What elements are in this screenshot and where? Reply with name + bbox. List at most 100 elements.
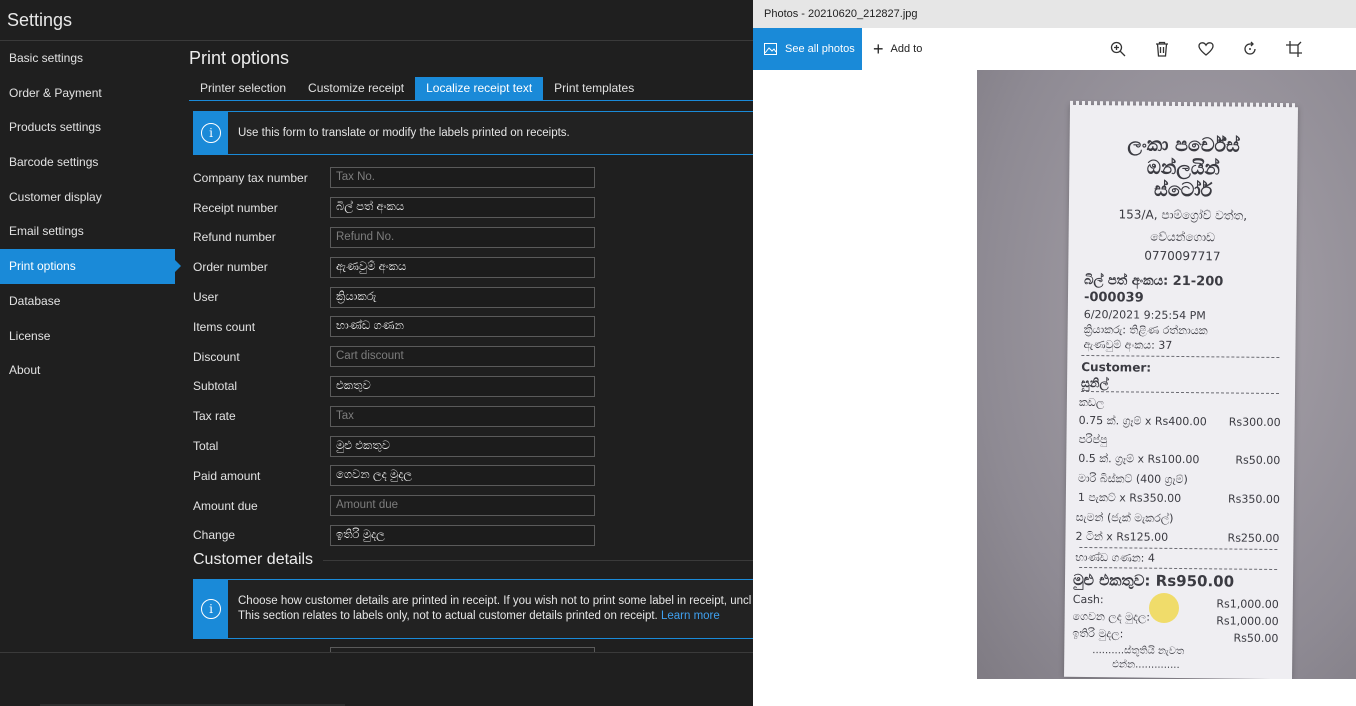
delete-icon[interactable] xyxy=(1153,40,1171,58)
receipt-divider xyxy=(1081,354,1280,359)
form-row: Order number ඇණවුම් අංකය xyxy=(193,252,595,282)
receipt-bill-no: බිල් පත් අංකය: 21-200 xyxy=(1084,272,1224,290)
see-all-photos-button[interactable]: See all photos xyxy=(753,28,862,70)
items-count-input[interactable]: භාණ්ඩ ගණන xyxy=(330,316,595,338)
nav-item-customer-display[interactable]: Customer display xyxy=(0,180,175,215)
receipt-cash-amount: Rs1,000.00 xyxy=(1216,597,1279,612)
field-label: Items count xyxy=(193,319,256,334)
field-label: Discount xyxy=(193,349,240,364)
tax-rate-input[interactable]: Tax xyxy=(330,405,595,427)
form-row: Receipt number බිල් පත් අංකය xyxy=(193,193,595,223)
subtotal-input[interactable]: එකතුව xyxy=(330,375,595,397)
receipt-item-amount: Rs250.00 xyxy=(1227,531,1280,546)
nav-item-license[interactable]: License xyxy=(0,319,175,354)
nav-item-print-options[interactable]: Print options xyxy=(0,249,181,284)
form-row: Company tax number Tax No. xyxy=(193,163,595,193)
customer-details-title: Customer details xyxy=(193,551,314,568)
company-tax-number-input[interactable]: Tax No. xyxy=(330,167,595,189)
receipt-item-qty: 2 ටින් x Rs125.00 xyxy=(1075,529,1169,544)
nav-item-about[interactable]: About xyxy=(0,353,175,388)
rotate-icon[interactable] xyxy=(1241,40,1259,58)
receipt-number-input[interactable]: බිල් පත් අංකය xyxy=(330,197,595,219)
nav-item-email-settings[interactable]: Email settings xyxy=(0,214,175,249)
receipt-cash-label: Cash: xyxy=(1072,592,1104,607)
form-row: Tax rate Tax xyxy=(193,401,595,431)
receipt-change-label: ඉතිරි මුදල: xyxy=(1072,626,1124,641)
tab-customize-receipt[interactable]: Customize receipt xyxy=(297,77,415,100)
receipt-item-name: පරිප්පු xyxy=(1078,432,1108,447)
crop-icon[interactable] xyxy=(1285,40,1303,58)
field-label: Receipt number xyxy=(193,200,278,215)
add-to-button[interactable]: + Add to xyxy=(873,28,922,70)
photos-toolbar: See all photos + Add to xyxy=(753,28,1356,70)
receipt-paid-amount: Rs1,000.00 xyxy=(1216,614,1279,629)
receipt-order: ඇණවුම් අංකය: 37 xyxy=(1083,337,1173,352)
field-label: Total xyxy=(193,439,219,454)
paid-amount-input[interactable]: ගෙවන ලද මුදල xyxy=(330,465,595,487)
field-label: Amount due xyxy=(193,498,258,513)
field-label: Order number xyxy=(193,260,268,275)
customer-details-heading: Customer details xyxy=(193,551,753,569)
photos-icon xyxy=(764,43,777,55)
tab-localize-receipt-text[interactable]: Localize receipt text xyxy=(415,77,544,100)
info-banner: i Use this form to translate or modify t… xyxy=(193,111,753,155)
receipt-item-amount: Rs350.00 xyxy=(1227,492,1280,507)
form-row: Amount due Amount due xyxy=(193,491,595,521)
receipt-divider xyxy=(1079,546,1278,551)
receipt-address2: වේයන්ගොඩ xyxy=(1150,229,1216,245)
nav-item-order-payment[interactable]: Order & Payment xyxy=(0,76,175,111)
settings-title: Settings xyxy=(7,10,73,30)
receipt-item-name: මාරි බිස්කට් (400 ග්‍රෑම්) xyxy=(1078,471,1188,487)
tab-print-templates[interactable]: Print templates xyxy=(543,77,645,100)
receipt-photo: ලංකා පර්චේස් ඔන්ලයින් ස්ටෝර් 153/A, පාම්… xyxy=(1064,104,1298,679)
receipt-change-amount: Rs50.00 xyxy=(1233,631,1279,646)
receipt-item-name: කඩල xyxy=(1078,395,1105,410)
receipt-customer-name: සුනිල් xyxy=(1081,375,1109,391)
favorite-heart-icon[interactable] xyxy=(1197,40,1215,58)
refund-number-input[interactable]: Refund No. xyxy=(330,226,595,248)
learn-more-link[interactable]: Learn more xyxy=(661,610,720,622)
receipt-datetime: 6/20/2021 9:25:54 PM xyxy=(1083,307,1206,323)
info-message: Use this form to translate or modify the… xyxy=(238,126,570,139)
receipt-customer-label: Customer: xyxy=(1081,359,1152,375)
form-row: Refund number Refund No. xyxy=(193,223,595,253)
user-input[interactable]: ක්‍රියාකරු xyxy=(330,286,595,308)
total-input[interactable]: මුළු එකතුව xyxy=(330,435,595,457)
photo-viewer[interactable]: ලංකා පර්චේස් ඔන්ලයින් ස්ටෝර් 153/A, පාම්… xyxy=(977,70,1356,679)
photos-title: Photos - 20210620_212827.jpg xyxy=(753,0,1356,28)
customer-info-line2: This section relates to labels only, not… xyxy=(238,610,658,622)
heading-divider xyxy=(323,559,753,561)
see-all-label: See all photos xyxy=(785,43,855,55)
zoom-in-icon[interactable] xyxy=(1109,40,1127,58)
receipt-total: මුළු එකතුව: Rs950.00 xyxy=(1072,570,1235,591)
change-input[interactable]: ඉතිරි මුදල xyxy=(330,524,595,546)
receipt-item-amount: Rs300.00 xyxy=(1228,415,1281,430)
receipt-item-qty: 0.75 ක්. ග්‍රෑම් x Rs400.00 xyxy=(1078,413,1207,429)
nav-item-basic-settings[interactable]: Basic settings xyxy=(0,41,175,76)
settings-nav: Basic settings Order & Payment Products … xyxy=(0,41,181,388)
info-icon: i xyxy=(201,599,221,619)
add-to-label: Add to xyxy=(890,43,923,55)
nav-item-database[interactable]: Database xyxy=(0,284,175,319)
nav-item-products-settings[interactable]: Products settings xyxy=(0,110,175,145)
receipt-footer2: එන්න.............. xyxy=(1112,659,1180,672)
field-label: Company tax number xyxy=(193,170,308,185)
photos-window: Photos - 20210620_212827.jpg See all pho… xyxy=(753,0,1356,706)
field-label: Refund number xyxy=(193,230,276,245)
customer-info-message: Choose how customer details are printed … xyxy=(228,594,751,624)
page-title: Print options xyxy=(189,48,290,68)
form-row: User ක්‍රියාකරු xyxy=(193,282,595,312)
nav-item-barcode-settings[interactable]: Barcode settings xyxy=(0,145,175,180)
receipt-item-name: සැමන් (ජැක් මැකරල්) xyxy=(1075,510,1174,525)
order-number-input[interactable]: ඇණවුම් අංකය xyxy=(330,256,595,278)
discount-input[interactable]: Cart discount xyxy=(330,346,595,368)
print-options-tabs: Printer selection Customize receipt Loca… xyxy=(189,77,753,101)
footer-divider xyxy=(0,652,753,653)
field-label: Change xyxy=(193,528,236,543)
receipt-address1: 153/A, පාම්ග්‍රෝව් වත්ත, xyxy=(1118,207,1248,223)
receipt-footer1: ..........ස්තූතියි නැවත xyxy=(1092,645,1185,658)
amount-due-input[interactable]: Amount due xyxy=(330,495,595,517)
field-label: Paid amount xyxy=(193,468,261,483)
tab-printer-selection[interactable]: Printer selection xyxy=(189,77,297,100)
receipt-bill-no-cont: -000039 xyxy=(1083,289,1144,306)
